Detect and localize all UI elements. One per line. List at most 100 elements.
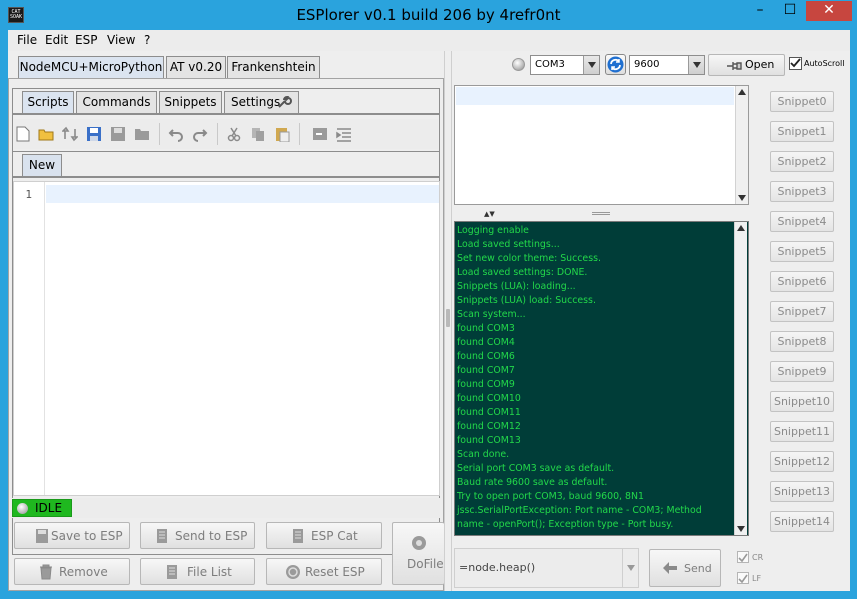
undo-icon[interactable] [168,126,184,142]
terminal-log[interactable]: Logging enable Load saved settings... Set … [454,221,749,536]
log-line: jssc.SerialPortException: Port name - CO… [457,505,702,516]
scroll-up-icon[interactable] [738,89,746,95]
snippet-button-2[interactable]: Snippet2 [770,151,834,172]
send-button[interactable]: Send [649,549,721,587]
vertical-splitter[interactable] [444,51,452,591]
snippet-button-10[interactable]: Snippet10 [770,391,834,412]
log-line: found COM7 [457,365,515,376]
snippet-button-5[interactable]: Snippet5 [770,241,834,262]
tab-at-v020[interactable]: AT v0.20 [166,56,226,78]
history-scrollbar[interactable] [735,86,748,204]
send-arrow-icon [662,561,678,578]
cr-checkbox[interactable] [737,551,749,563]
tab-frankenshtein[interactable]: Frankenshtein [227,56,320,78]
menu-help[interactable]: ? [144,33,150,47]
command-input[interactable]: =node.heap() [459,561,535,574]
baud-select[interactable]: 9600 [629,55,705,75]
outdent-icon[interactable] [336,126,352,142]
tab-scripts[interactable]: Scripts [22,91,74,113]
scroll-down-icon[interactable] [737,526,745,532]
open-folder-icon[interactable] [38,126,54,142]
scroll-up-icon[interactable] [737,225,745,231]
power-icon [285,564,301,583]
snippet-button-9[interactable]: Snippet9 [770,361,834,382]
baud-select-dropdown[interactable] [688,56,704,74]
port-status-led-icon [512,58,525,71]
reset-esp-button[interactable]: Reset ESP [266,558,382,585]
remove-label: Remove [59,565,108,579]
toolbar-separator [159,123,160,145]
snippet-button-11[interactable]: Snippet11 [770,421,834,442]
snippet-button-1[interactable]: Snippet1 [770,121,834,142]
close-file-icon[interactable] [134,126,150,142]
redo-icon[interactable] [192,126,208,142]
snippet-button-12[interactable]: Snippet12 [770,451,834,472]
code-editor[interactable]: 1 [13,181,440,496]
dofile-button[interactable]: DoFile [392,522,444,585]
reload-icon[interactable] [61,126,79,142]
history-selected-row[interactable] [456,87,734,105]
tab-nodemcu-micropython[interactable]: NodeMCU+MicroPython [18,56,164,78]
open-port-button[interactable]: Open [708,54,785,76]
lf-checkbox[interactable] [737,572,749,584]
minimize-button[interactable]: – [746,1,774,21]
autoscroll-checkbox[interactable] [789,57,802,70]
horizontal-splitter[interactable]: ▲▼ [454,208,749,218]
save-icon[interactable] [86,126,102,142]
connect-plug-icon [725,57,743,76]
tab-new-file[interactable]: New [22,154,62,176]
log-line: found COM3 [457,323,515,334]
line-number: 1 [25,188,32,201]
snippet-button-6[interactable]: Snippet6 [770,271,834,292]
tab-settings[interactable]: Settings [224,91,299,113]
tab-commands[interactable]: Commands [76,91,157,113]
snippet-button-13[interactable]: Snippet13 [770,481,834,502]
toolbar-separator [217,123,218,145]
maximize-button[interactable]: ☐ [776,1,804,21]
save-to-esp-button[interactable]: Save to ESP [14,522,130,549]
menu-edit[interactable]: Edit [45,33,68,47]
command-combo[interactable]: =node.heap() [454,548,639,588]
snippet-button-8[interactable]: Snippet8 [770,331,834,352]
menu-view[interactable]: View [107,33,135,47]
new-file-icon[interactable] [16,126,32,142]
port-select-dropdown[interactable] [583,56,599,74]
menu-file[interactable]: File [17,33,37,47]
tab-snippets[interactable]: Snippets [159,91,222,113]
snippet-button-7[interactable]: Snippet7 [770,301,834,322]
esp-cat-button[interactable]: ESP Cat [266,522,382,549]
refresh-ports-icon[interactable] [605,54,626,75]
log-line: Load saved settings... [457,239,560,250]
command-history-list[interactable] [454,85,749,205]
send-to-esp-label: Send to ESP [175,529,248,543]
cut-icon[interactable] [226,126,242,142]
save-all-icon[interactable] [110,126,126,142]
scroll-down-icon[interactable] [738,195,746,201]
menu-esp[interactable]: ESP [75,33,97,47]
terminal-scrollbar[interactable] [734,222,747,535]
remove-button[interactable]: Remove [14,558,130,585]
paste-icon[interactable] [274,126,290,143]
close-button[interactable]: ✕ [806,1,852,21]
play-icon [411,535,427,554]
log-line: found COM10 [457,393,521,404]
client-area: File Edit ESP View ? NodeMCU+MicroPython… [8,30,850,591]
snippet-button-0[interactable]: Snippet0 [770,91,834,112]
file-list-button[interactable]: File List [140,558,255,585]
snippet-button-4[interactable]: Snippet4 [770,211,834,232]
baud-select-value: 9600 [634,59,660,70]
cr-label: CR [752,553,764,562]
line-number-gutter: 1 [14,182,45,495]
title-bar[interactable]: CAT SOAK ESPlorer v0.1 build 206 by 4ref… [0,0,857,30]
log-line: found COM4 [457,337,515,348]
splitter-arrows-icon[interactable]: ▲▼ [484,210,495,218]
snippet-button-14[interactable]: Snippet14 [770,511,834,532]
port-select[interactable]: COM3 [530,55,600,75]
copy-icon[interactable] [250,126,266,142]
snippet-button-3[interactable]: Snippet3 [770,181,834,202]
indent-icon[interactable] [312,126,328,142]
command-dropdown[interactable] [622,549,638,587]
splitter-grip[interactable] [446,309,450,327]
send-to-esp-button[interactable]: Send to ESP [140,522,255,549]
splitter-handle[interactable] [592,212,610,215]
